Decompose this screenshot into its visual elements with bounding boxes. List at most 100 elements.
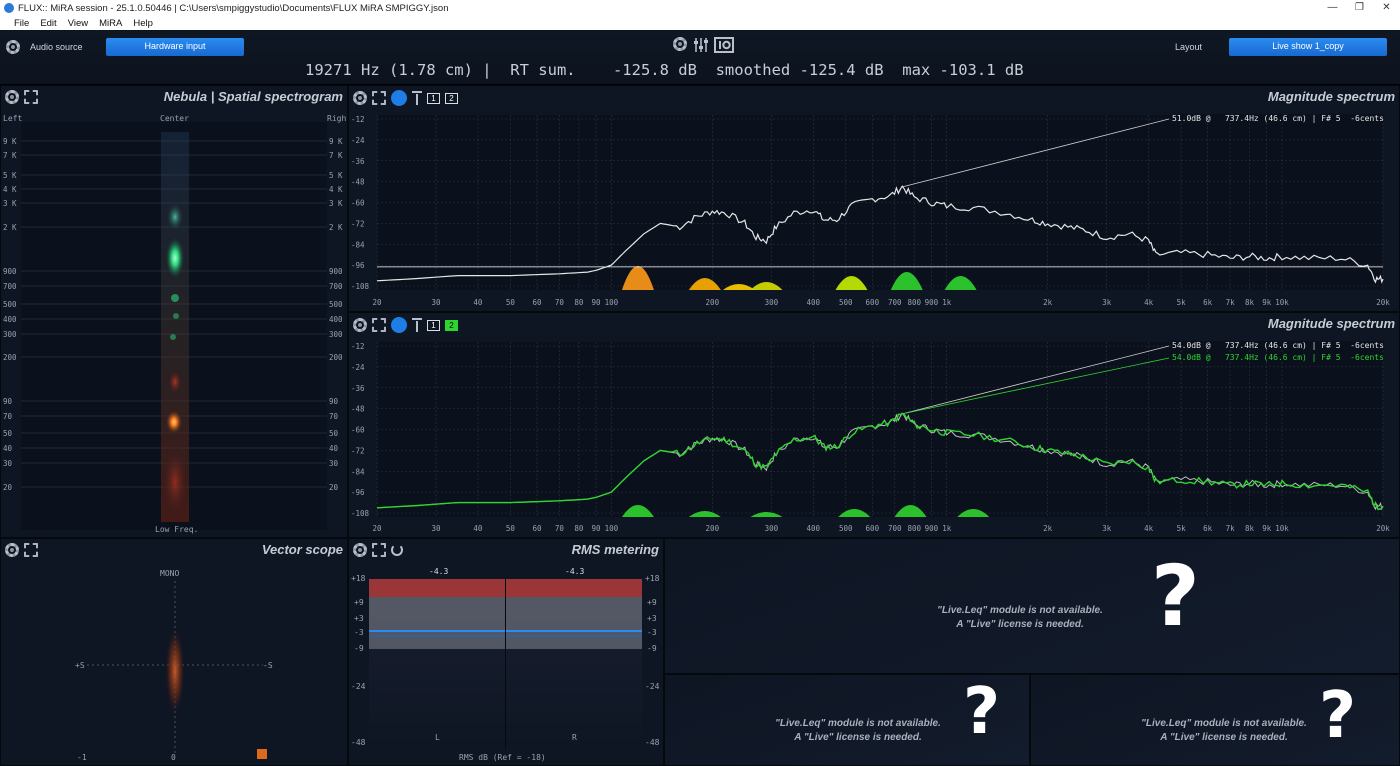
window-controls: — ❐ ✕ xyxy=(1319,0,1400,16)
nebula-freq-label-right: 50 xyxy=(329,429,339,438)
freq-tick-label: 80 xyxy=(574,298,584,307)
nebula-freq-label-left: 200 xyxy=(3,353,17,362)
freq-tick-label: 2k xyxy=(1043,298,1053,307)
freq-tick-label: 200 xyxy=(706,298,720,307)
nebula-freq-label-right: 200 xyxy=(329,353,343,362)
nebula-freq-label-left: 9 K xyxy=(3,137,17,146)
gear-icon[interactable] xyxy=(5,90,19,104)
nebula-header: Nebula | Spatial spectrogram xyxy=(1,86,347,108)
nebula-freq-label-right: 90 xyxy=(329,397,339,406)
rms-channel-l: L xyxy=(435,733,440,742)
menu-mira[interactable]: MiRA xyxy=(99,18,122,29)
freq-tick-label: 50 xyxy=(506,298,516,307)
rms-scale-right-18: +18 xyxy=(645,574,660,583)
menu-bar: File Edit View MiRA Help xyxy=(0,16,1400,30)
freq-tick-label: 300 xyxy=(765,524,779,533)
nebula-title: Nebula | Spatial spectrogram xyxy=(163,89,343,104)
minimize-icon[interactable]: — xyxy=(1319,0,1346,16)
nebula-freq-label-right: 70 xyxy=(329,412,339,421)
mixer-icon[interactable] xyxy=(693,36,709,54)
freq-tick-label: 20 xyxy=(372,524,382,533)
live-leq-message-2: "Live.Leq" module is not available. A "L… xyxy=(753,717,963,745)
live-leq-panel-1: "Live.Leq" module is not available. A "L… xyxy=(664,538,1400,674)
rms-scale-left-9: +9 xyxy=(354,598,364,607)
menu-file[interactable]: File xyxy=(14,18,29,29)
db-tick-label: -36 xyxy=(351,384,365,393)
nebula-freq-label-left: 3 K xyxy=(3,199,17,208)
freq-tick-label: 3k xyxy=(1102,524,1112,533)
freq-tick-label: 6k xyxy=(1203,524,1213,533)
rms-scale-left-minus24: -24 xyxy=(351,682,366,691)
rms-scale-right-minus24: -24 xyxy=(645,682,660,691)
nebula-freq-label-left: 90 xyxy=(3,397,13,406)
freq-tick-label: 2k xyxy=(1043,524,1053,533)
io-icon[interactable] xyxy=(714,37,734,53)
freq-tick-label: 6k xyxy=(1203,298,1213,307)
plot-background xyxy=(377,342,1383,517)
db-tick-label: -96 xyxy=(351,488,365,497)
nebula-freq-label-left: 4 K xyxy=(3,185,17,194)
close-icon[interactable]: ✕ xyxy=(1373,0,1400,16)
spectrum-panel-2: 1 2 Magnitude spectrum -12 -24 -36 -48 -60 -7… xyxy=(348,312,1400,538)
layout-label: Layout xyxy=(1175,42,1203,52)
db-tick-label: -84 xyxy=(351,240,365,249)
vectorscope-minus-one-label: -1 xyxy=(77,753,87,762)
freq-tick-label: 100 xyxy=(605,524,619,533)
settings-gear-icon[interactable] xyxy=(673,37,687,51)
vectorscope-plus-s-label: +S xyxy=(75,661,85,670)
nebula-freq-label-right: 5 K xyxy=(329,171,343,180)
freq-tick-label: 20k xyxy=(1376,524,1390,533)
nebula-freq-label-left: 2 K xyxy=(3,223,17,232)
expand-icon[interactable] xyxy=(24,543,38,557)
live-leq-line1: "Live.Leq" module is not available. xyxy=(937,605,1103,616)
rms-scale-left-minus3: -3 xyxy=(354,628,364,637)
nebula-freq-label-right: 500 xyxy=(329,300,343,309)
db-tick-label: -60 xyxy=(351,199,365,208)
freq-tick-label: 9k xyxy=(1262,524,1272,533)
freq-tick-label: 500 xyxy=(839,298,853,307)
nebula-freq-label-right: 30 xyxy=(329,459,339,468)
freq-tick-label: 30 xyxy=(432,298,442,307)
rms-scale-left-minus9: -9 xyxy=(354,644,364,653)
plot-background xyxy=(377,115,1383,290)
vectorscope-header: Vector scope xyxy=(1,539,347,561)
gear-icon[interactable] xyxy=(6,40,20,54)
freq-tick-label: 900 xyxy=(925,298,939,307)
freq-tick-label: 7k xyxy=(1226,298,1236,307)
db-tick-label: -72 xyxy=(351,446,365,455)
freq-tick-label: 500 xyxy=(839,524,853,533)
vectorscope-minus-s-label: -S xyxy=(263,661,273,670)
db-tick-label: -24 xyxy=(351,136,365,145)
freq-tick-label: 100 xyxy=(605,298,619,307)
db-tick-label: -84 xyxy=(351,467,365,476)
freq-tick-label: 7k xyxy=(1226,524,1236,533)
question-mark-icon: ? xyxy=(963,675,1001,749)
vectorscope-display xyxy=(87,581,267,759)
expand-icon[interactable] xyxy=(24,90,38,104)
nebula-freq-label-right: 2 K xyxy=(329,223,343,232)
gear-icon[interactable] xyxy=(5,543,19,557)
db-tick-label: -36 xyxy=(351,157,365,166)
rms-scale-right-minus9: -9 xyxy=(647,644,657,653)
freq-tick-label: 1k xyxy=(942,298,952,307)
nebula-freq-label-left: 50 xyxy=(3,429,13,438)
window-title: FLUX:: MiRA session - 25.1.0.50446 | C:\… xyxy=(18,2,449,14)
menu-help[interactable]: Help xyxy=(133,18,153,29)
nebula-panel: Nebula | Spatial spectrogram Left Center… xyxy=(0,85,348,538)
menu-edit[interactable]: Edit xyxy=(40,18,56,29)
restore-icon[interactable]: ❐ xyxy=(1346,0,1373,16)
freq-tick-label: 3k xyxy=(1102,298,1112,307)
layout-select-button[interactable]: Live show 1_copy xyxy=(1229,38,1387,56)
freq-tick-label: 80 xyxy=(574,524,584,533)
freq-tick-label: 40 xyxy=(473,298,483,307)
db-tick-label: -96 xyxy=(351,261,365,270)
menu-view[interactable]: View xyxy=(68,18,88,29)
nebula-freq-label-right: 4 K xyxy=(329,185,343,194)
spectrum-panel-1: 1 2 Magnitude spectrum -12 -24 -36 -48 -60 -7… xyxy=(348,85,1400,312)
nebula-freq-label-left: 900 xyxy=(3,267,17,276)
freq-tick-label: 400 xyxy=(807,298,821,307)
db-tick-label: -60 xyxy=(351,426,365,435)
audio-source-button[interactable]: Hardware input xyxy=(106,38,244,56)
nebula-lowfreq-label: Low Freq. xyxy=(155,525,199,534)
nebula-freq-label-left: 70 xyxy=(3,412,13,421)
